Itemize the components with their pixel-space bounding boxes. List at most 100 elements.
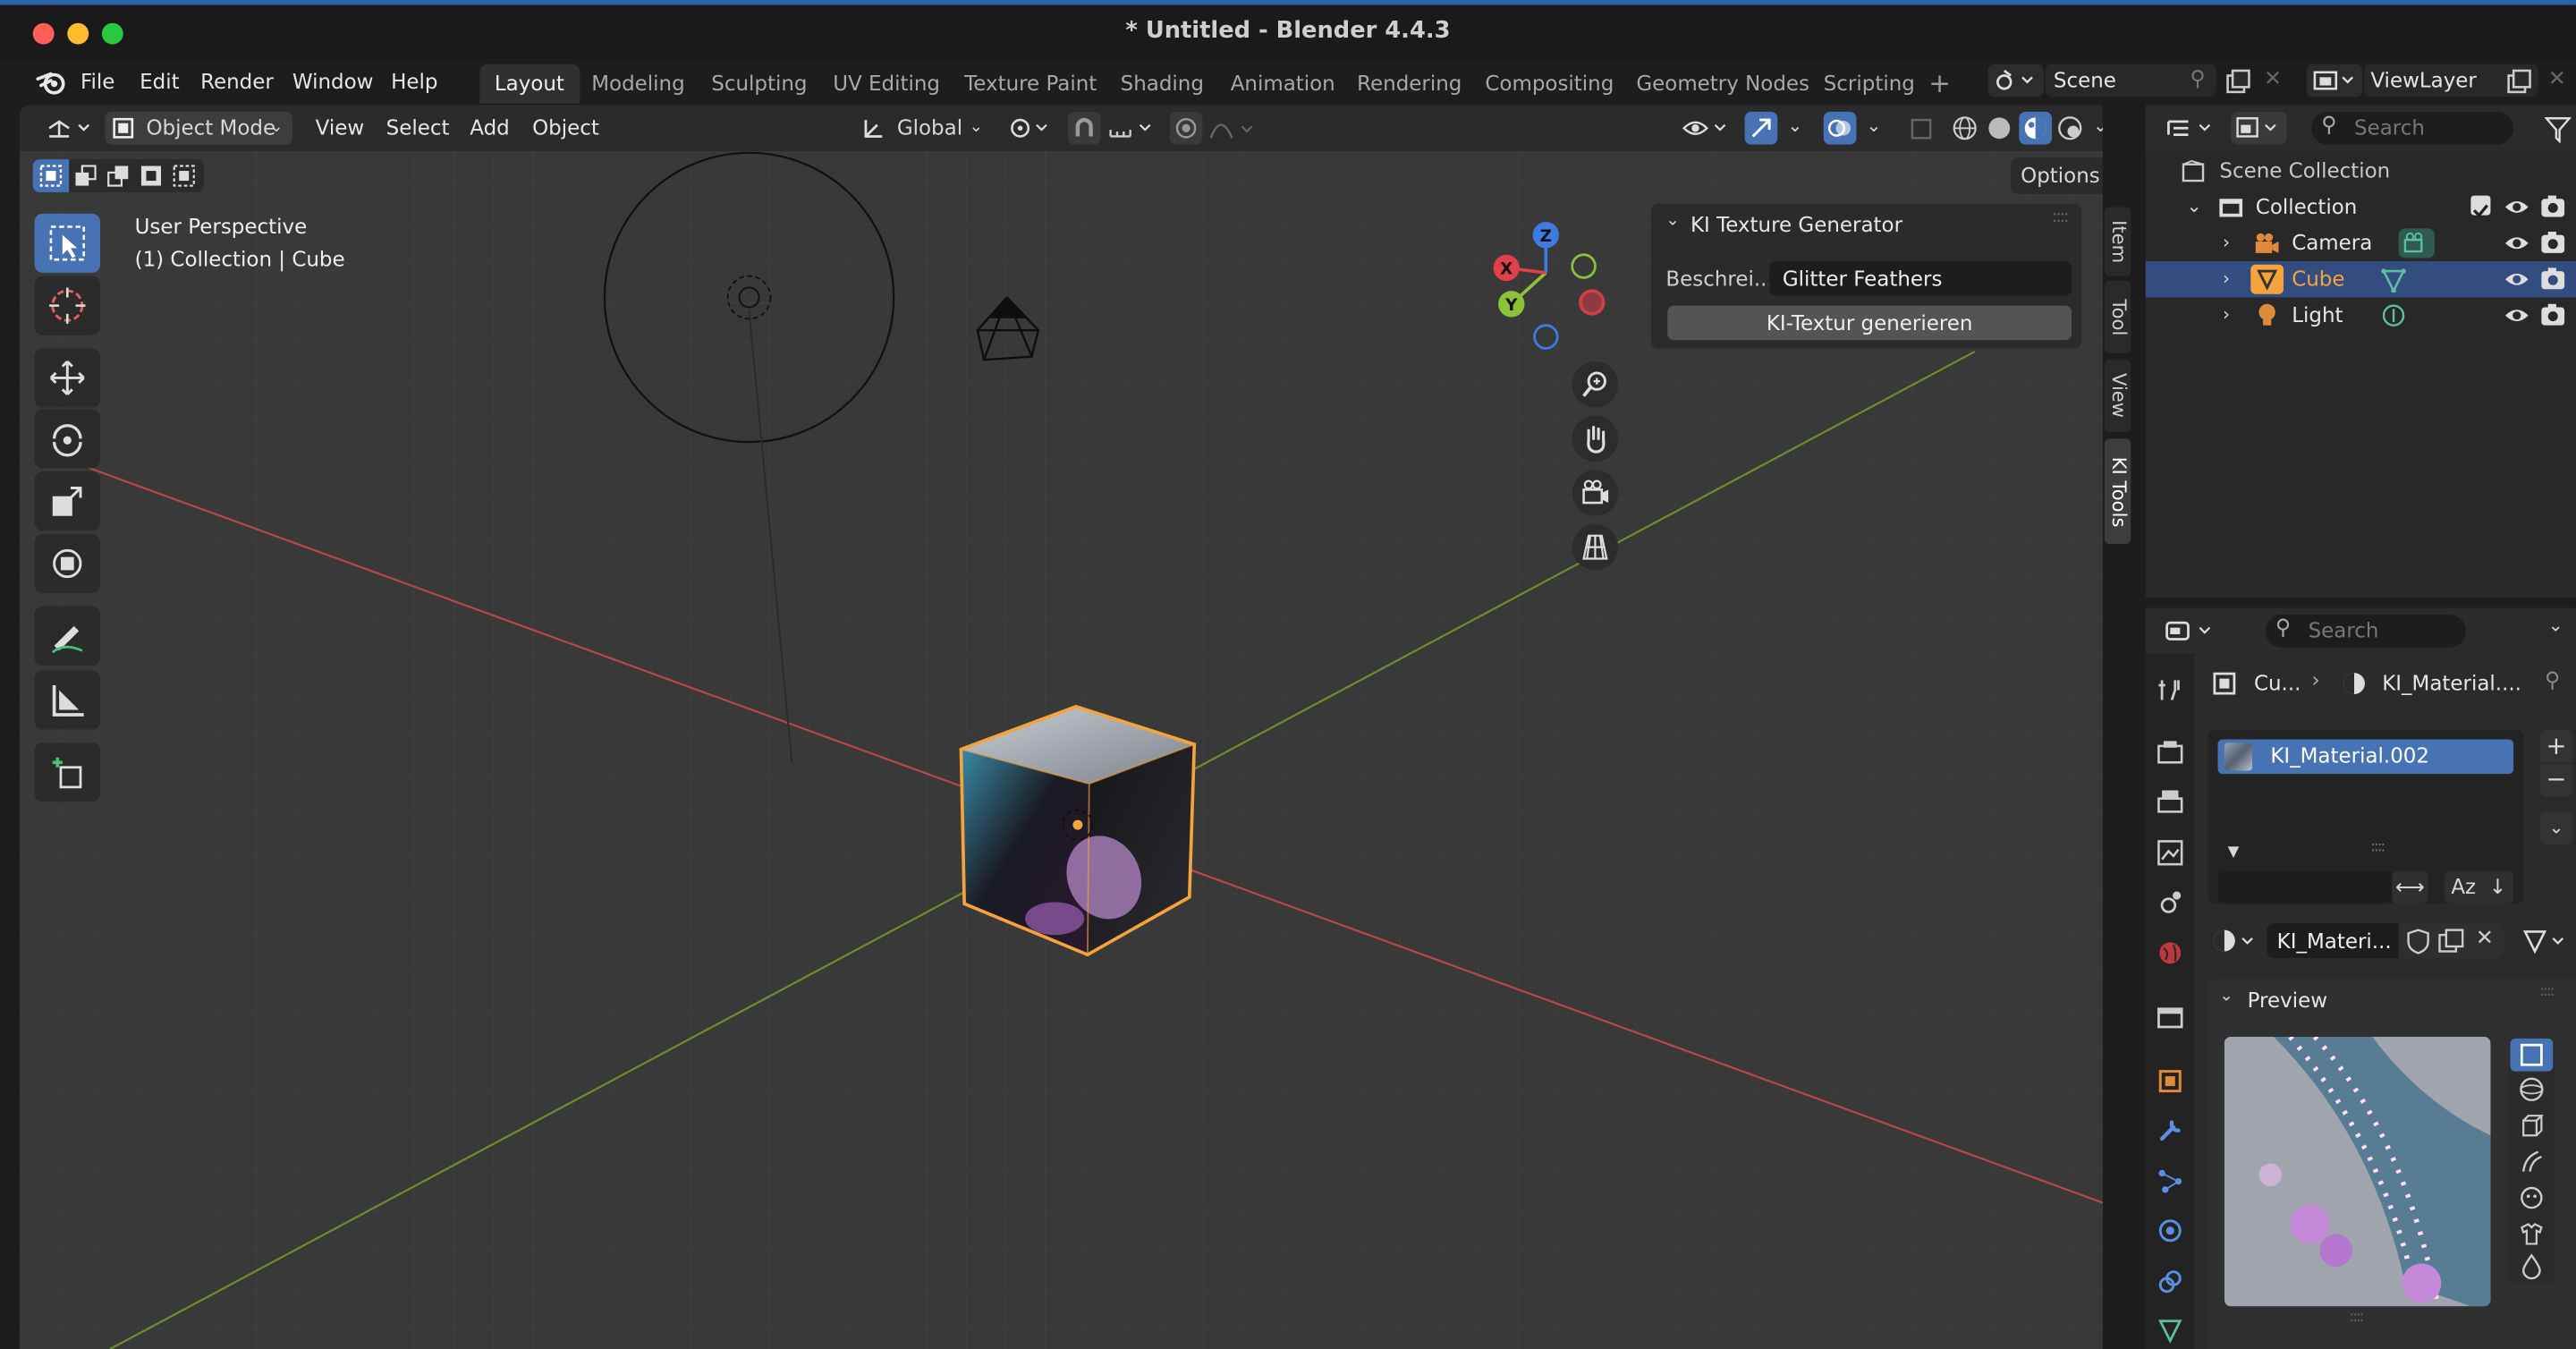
- menu-window[interactable]: Window: [292, 69, 374, 94]
- options-dropdown[interactable]: Options⌄: [2011, 157, 2103, 194]
- viewport-menu-add[interactable]: Add: [470, 112, 509, 145]
- measure-tool[interactable]: [34, 670, 101, 730]
- add-workspace-icon[interactable]: +: [1928, 67, 1951, 98]
- sphere-icon[interactable]: [2519, 1076, 2545, 1102]
- tab-compositing[interactable]: Compositing: [1470, 64, 1629, 104]
- monkey-icon[interactable]: [2519, 1184, 2545, 1210]
- overlay-dropdown-icon[interactable]: ⌄: [1866, 115, 1881, 137]
- tab-view[interactable]: View: [2104, 360, 2131, 433]
- duplicate-material-icon[interactable]: [2438, 929, 2464, 954]
- pin-icon[interactable]: ⚲: [2545, 669, 2561, 694]
- transform-orientation-dropdown[interactable]: Global ⌄: [857, 111, 989, 145]
- viewport-menu-object[interactable]: Object: [532, 112, 599, 145]
- light-data-icon[interactable]: [2380, 302, 2406, 328]
- tab-modeling[interactable]: Modeling: [577, 64, 700, 104]
- chevron-down-icon[interactable]: ⌄: [2548, 615, 2563, 636]
- cube-icon[interactable]: [2519, 1113, 2545, 1139]
- expand-chevron-right-icon[interactable]: ›: [2223, 225, 2230, 261]
- move-tool[interactable]: [34, 348, 101, 408]
- new-scene-icon[interactable]: [2224, 69, 2250, 95]
- pan-view-button[interactable]: [1572, 415, 1619, 462]
- blender-logo-icon[interactable]: [36, 69, 65, 95]
- solid-shading-icon[interactable]: [1987, 115, 2012, 141]
- eye-visibility-icon[interactable]: [2504, 196, 2529, 219]
- tab-item[interactable]: Item: [2104, 207, 2131, 276]
- navigation-gizmo[interactable]: Z X Y: [1479, 214, 1610, 361]
- viewport-menu-select[interactable]: Select: [386, 112, 450, 145]
- zoom-view-button[interactable]: [1572, 361, 1619, 408]
- material-specials-button[interactable]: ⌄: [2539, 811, 2573, 845]
- tool-settings-icon[interactable]: [2157, 677, 2183, 703]
- collection-properties-icon[interactable]: [2157, 1004, 2183, 1030]
- material-preview-shading-button[interactable]: [2019, 111, 2053, 145]
- menu-file[interactable]: File: [80, 69, 114, 94]
- expand-chevron-right-icon[interactable]: ›: [2223, 261, 2230, 297]
- cloth-shirt-icon[interactable]: [2519, 1221, 2545, 1247]
- proportional-editing-toggle[interactable]: [1169, 111, 1203, 145]
- view-layer-selector-button[interactable]: [2306, 64, 2363, 98]
- object-properties-icon[interactable]: [2157, 1068, 2183, 1094]
- select-box-tool[interactable]: [34, 213, 101, 273]
- menu-edit[interactable]: Edit: [140, 69, 179, 94]
- panel-drag-handle-icon[interactable]: ::::: [2540, 984, 2555, 1000]
- tab-tool[interactable]: Tool: [2104, 281, 2131, 353]
- mesh-data-icon[interactable]: [2380, 267, 2406, 293]
- tab-scripting[interactable]: Scripting: [1809, 64, 1929, 104]
- hair-icon[interactable]: [2519, 1149, 2545, 1175]
- select-intersect-button[interactable]: [167, 159, 200, 192]
- material-name-field[interactable]: KI_Materi...: [2267, 923, 2399, 958]
- outliner-editor-type-button[interactable]: [2160, 111, 2224, 145]
- fluid-drop-icon[interactable]: [2519, 1253, 2545, 1280]
- outliner-row-cube[interactable]: › Cube: [2145, 261, 2576, 298]
- select-new-button[interactable]: [32, 159, 70, 192]
- snap-target-dropdown[interactable]: [1104, 111, 1160, 145]
- browse-material-button[interactable]: [2207, 923, 2264, 958]
- tab-rendering[interactable]: Rendering: [1343, 64, 1477, 104]
- render-properties-icon[interactable]: [2157, 740, 2183, 766]
- panel-collapse-chevron-icon[interactable]: ⌄: [1665, 212, 1679, 230]
- material-slot-item[interactable]: KI_Material.002: [2217, 739, 2514, 775]
- list-options-arrow-icon[interactable]: ▼: [2228, 844, 2240, 861]
- render-camera-icon[interactable]: [2540, 194, 2566, 219]
- scene-properties-icon[interactable]: [2157, 889, 2183, 915]
- camera-view-button[interactable]: [1572, 470, 1619, 516]
- tab-animation[interactable]: Animation: [1216, 64, 1350, 104]
- view-layer-properties-icon[interactable]: [2157, 840, 2183, 866]
- add-material-slot-button[interactable]: +: [2539, 729, 2573, 763]
- add-cube-tool[interactable]: [34, 742, 101, 802]
- annotate-tool[interactable]: [34, 606, 101, 666]
- description-input[interactable]: Glitter Feathers: [1769, 261, 2072, 296]
- expand-chevron-icon[interactable]: ⌄: [2187, 189, 2202, 225]
- tab-sculpting[interactable]: Sculpting: [697, 64, 822, 104]
- preview-collapse-chevron-icon[interactable]: ⌄: [2219, 988, 2233, 1005]
- mesh-data-properties-icon[interactable]: [2157, 1318, 2183, 1344]
- properties-editor-type-button[interactable]: [2160, 614, 2224, 648]
- gizmo-toggle[interactable]: [1744, 111, 1778, 145]
- new-view-layer-icon[interactable]: [2505, 69, 2531, 95]
- rotate-tool[interactable]: [34, 409, 101, 469]
- material-filter-input[interactable]: [2217, 870, 2393, 904]
- outliner-row-scene-collection[interactable]: Scene Collection: [2146, 153, 2576, 189]
- preview-resize-handle-icon[interactable]: ::::: [2349, 1310, 2364, 1326]
- particles-icon[interactable]: [2157, 1168, 2183, 1194]
- pin-scene-icon[interactable]: ⚲: [2190, 67, 2206, 92]
- generate-texture-button[interactable]: KI-Textur generieren: [1667, 305, 2072, 341]
- camera-data-button[interactable]: [2398, 228, 2435, 259]
- invert-filter-button[interactable]: ⟷: [2392, 870, 2428, 904]
- material-link-dropdown[interactable]: [2520, 923, 2572, 958]
- exclude-checkbox[interactable]: [2470, 195, 2491, 218]
- select-invert-button[interactable]: [135, 159, 168, 192]
- outliner-row-light[interactable]: › Light: [2146, 297, 2576, 333]
- filter-funnel-icon[interactable]: [2545, 116, 2572, 143]
- rendered-shading-icon[interactable]: [2057, 115, 2083, 141]
- constraints-icon[interactable]: [2157, 1268, 2183, 1294]
- modifier-wrench-icon[interactable]: [2157, 1117, 2183, 1143]
- tab-shading[interactable]: Shading: [1106, 64, 1218, 104]
- tab-geometry-nodes[interactable]: Geometry Nodes: [1622, 64, 1825, 104]
- perspective-toggle-button[interactable]: [1572, 523, 1619, 571]
- cursor-tool[interactable]: [34, 276, 101, 335]
- delete-view-layer-icon[interactable]: ✕: [2548, 67, 2566, 92]
- overlay-toggle[interactable]: [1823, 111, 1857, 145]
- output-properties-icon[interactable]: [2157, 789, 2183, 815]
- object-mode-dropdown[interactable]: Object Mode ⌄: [105, 111, 292, 145]
